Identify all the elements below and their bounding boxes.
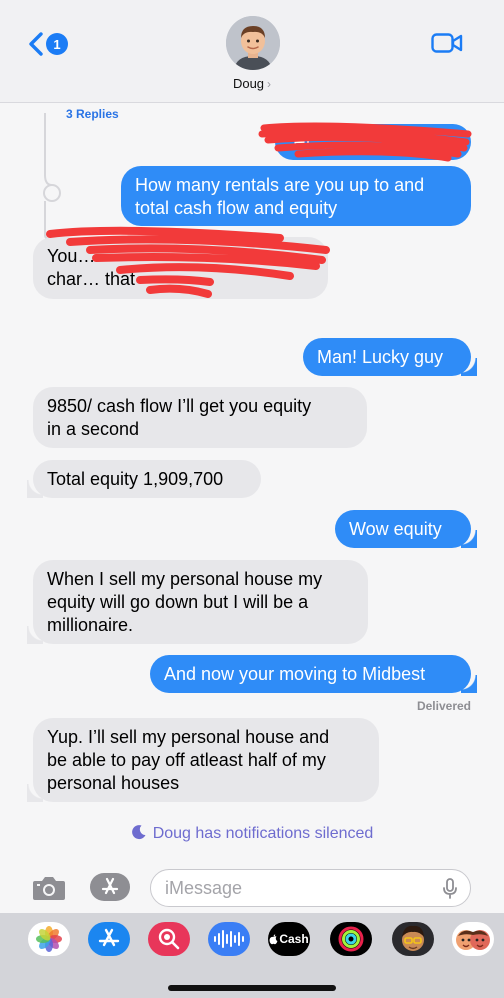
camera-icon bbox=[33, 877, 65, 900]
image-search-button[interactable] bbox=[148, 922, 190, 956]
conversation-header: 1 Doug › bbox=[0, 0, 504, 103]
memoji-stickers-button[interactable] bbox=[452, 922, 494, 956]
activity-button[interactable] bbox=[330, 922, 372, 956]
message-text-line: be able to pay off atleast half of my bbox=[47, 750, 326, 770]
chevron-left-icon bbox=[29, 32, 43, 56]
message-text-line: millionaire. bbox=[47, 615, 134, 635]
message-bubble-outgoing[interactable]: How many rentals are you up to and total… bbox=[121, 166, 471, 226]
app-store-button[interactable] bbox=[88, 922, 130, 956]
message-bubble-outgoing[interactable]: Hi… bbox=[275, 124, 471, 160]
message-bubble-incoming[interactable]: Total equity 1,909,700 bbox=[27, 460, 261, 498]
video-camera-icon bbox=[431, 33, 463, 53]
delivered-status: Delivered bbox=[416, 699, 471, 713]
message-text-line: char… that bbox=[47, 269, 136, 289]
message-text-line: equity will go down but I will be a bbox=[47, 592, 309, 612]
message-text-line: personal houses bbox=[47, 773, 180, 793]
message-bubble-incoming[interactable]: 9850/ cash flow I’ll get you equity in a… bbox=[33, 387, 367, 448]
activity-icon bbox=[338, 926, 364, 952]
microphone-icon bbox=[443, 878, 457, 899]
app-store-icon bbox=[101, 877, 119, 895]
unread-badge: 1 bbox=[46, 33, 68, 55]
message-text-line: You… bbox=[47, 246, 96, 266]
search-images-icon bbox=[158, 928, 180, 950]
dictation-button[interactable] bbox=[442, 878, 458, 905]
message-bubble-incoming[interactable]: When I sell my personal house my equity … bbox=[27, 560, 368, 644]
message-text-line: How many rentals are you up to and bbox=[135, 175, 425, 195]
memoji-button[interactable] bbox=[392, 922, 434, 956]
audio-message-button[interactable] bbox=[208, 922, 250, 956]
message-text: Hi… bbox=[293, 133, 328, 153]
apps-button[interactable] bbox=[90, 873, 130, 901]
message-bubble-incoming[interactable]: Yup. I’ll sell my personal house and be … bbox=[27, 718, 379, 802]
thread-replies-link[interactable]: 3 Replies bbox=[66, 107, 119, 121]
contact-name: Doug bbox=[232, 76, 265, 91]
audio-message-icon bbox=[214, 930, 244, 948]
memoji-stickers-icon bbox=[456, 930, 490, 950]
photos-app-icon bbox=[36, 926, 62, 952]
notifications-silenced-notice: Doug has notifications silenced bbox=[0, 824, 504, 843]
memoji-icon bbox=[402, 925, 424, 951]
home-indicator[interactable] bbox=[168, 985, 336, 991]
memoji-avatar-icon bbox=[226, 16, 280, 70]
message-input[interactable]: iMessage bbox=[150, 869, 471, 907]
message-text: Wow equity bbox=[349, 519, 442, 539]
contact-name-button[interactable]: Doug › bbox=[0, 76, 504, 91]
apple-logo-icon bbox=[269, 933, 278, 944]
apple-cash-label: Cash bbox=[279, 932, 309, 946]
message-bubble-outgoing[interactable]: And now your moving to Midbest bbox=[150, 655, 477, 693]
message-text-line: total cash flow and equity bbox=[135, 198, 338, 218]
avatar[interactable] bbox=[226, 16, 280, 70]
message-input-placeholder: iMessage bbox=[165, 877, 243, 898]
moon-icon bbox=[131, 825, 146, 840]
facetime-video-button[interactable] bbox=[431, 32, 463, 59]
message-text-line: Yup. I’ll sell my personal house and bbox=[47, 727, 330, 747]
chevron-right-icon: › bbox=[267, 77, 272, 91]
message-text-line: in a second bbox=[47, 419, 140, 439]
reply-thread-line bbox=[43, 113, 61, 240]
photos-app-button[interactable] bbox=[28, 922, 70, 956]
message-text: Total equity 1,909,700 bbox=[47, 469, 224, 489]
notifications-silenced-text: Doug has notifications silenced bbox=[152, 825, 374, 842]
message-text-line: When I sell my personal house my bbox=[47, 569, 323, 589]
message-text: And now your moving to Midbest bbox=[164, 664, 426, 684]
message-bubble-incoming[interactable]: You… char… that bbox=[33, 237, 328, 299]
camera-button[interactable] bbox=[32, 875, 66, 906]
back-button[interactable]: 1 bbox=[28, 30, 68, 58]
message-bubble-outgoing[interactable]: Wow equity bbox=[335, 510, 477, 548]
apple-cash-button[interactable]: Cash bbox=[268, 922, 310, 956]
message-text-line: 9850/ cash flow I’ll get you equity bbox=[47, 396, 312, 416]
message-bubble-outgoing[interactable]: Man! Lucky guy bbox=[303, 338, 477, 376]
message-text: Man! Lucky guy bbox=[317, 347, 444, 367]
app-store-icon bbox=[98, 928, 120, 947]
